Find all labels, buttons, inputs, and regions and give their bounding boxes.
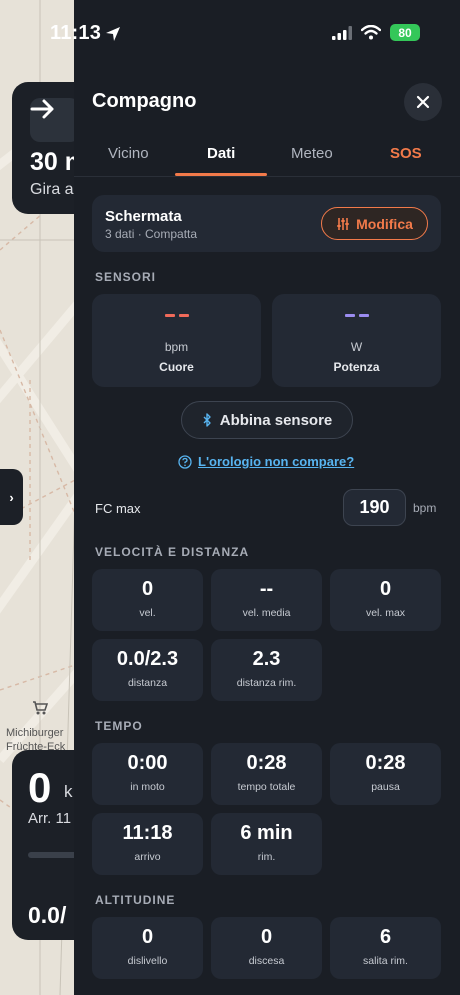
sensor-heart-name: Cuore [159, 360, 194, 374]
trip-distance-value: 0 [28, 764, 52, 811]
tile-label: tempo totale [237, 781, 296, 793]
trip-distance-progress: 0.0/ [28, 902, 67, 928]
tile-label: arrivo [134, 851, 161, 863]
watch-help-link[interactable]: L'orologio non compare? [178, 454, 354, 469]
tile-label: vel. [139, 607, 156, 619]
tile-label: salita rim. [363, 955, 408, 967]
tile-value: 0 [141, 926, 154, 948]
wifi-icon [361, 25, 381, 40]
tile-label: in moto [130, 781, 165, 793]
tile-label: vel. media [242, 607, 291, 619]
sensor-heart-unit: bpm [164, 340, 189, 354]
data-tile-speed[interactable]: 0 vel. [92, 569, 203, 631]
trip-arrival: Arr. 11 [28, 810, 72, 827]
data-tile-moving-time[interactable]: 0:00 in moto [92, 743, 203, 805]
tile-label: vel. max [365, 607, 406, 619]
data-tile-remaining-climb[interactable]: 6 salita rim. [330, 917, 441, 979]
tile-label: discesa [248, 955, 285, 967]
question-circle-icon [178, 454, 192, 469]
tile-label: pausa [371, 781, 400, 793]
close-icon [416, 95, 430, 109]
data-tile-max-speed[interactable]: 0 vel. max [330, 569, 441, 631]
status-bar: 11:13 80 [0, 0, 460, 60]
fc-max-unit: bpm [413, 501, 437, 515]
panel-title: Compagno [92, 90, 197, 112]
watch-help-label: L'orologio non compare? [198, 454, 355, 469]
battery-level: 80 [398, 25, 412, 40]
cellular-signal-icon [332, 25, 352, 40]
turn-arrow-icon [30, 98, 80, 142]
tile-label: distanza [127, 677, 168, 689]
data-tile-descent[interactable]: 0 discesa [211, 917, 322, 979]
tile-value: 0:28 [365, 752, 406, 774]
tile-value: 0:00 [127, 752, 168, 774]
tile-value: 0 [141, 578, 154, 600]
data-tile-remaining-time[interactable]: 6 min rim. [211, 813, 322, 875]
pair-sensor-button[interactable]: Abbina sensore [181, 401, 353, 439]
dash-mark [344, 314, 355, 317]
sensor-power-value [272, 314, 441, 320]
dash-mark [358, 314, 369, 317]
trip-distance-unit: k [64, 782, 73, 801]
screen-title: Schermata [105, 208, 182, 225]
companion-panel: Compagno Vicino Dati Meteo SOS Schermata… [74, 0, 460, 995]
data-tile-pause[interactable]: 0:28 pausa [330, 743, 441, 805]
tab-bar: Vicino Dati Meteo SOS [74, 135, 460, 177]
expand-handle-button[interactable]: › [0, 469, 23, 525]
tile-label: distanza rim. [236, 677, 297, 689]
sensor-power[interactable]: W Potenza [272, 294, 441, 387]
battery-icon: 80 [390, 24, 420, 41]
dash-mark [164, 314, 175, 317]
tile-value: 0.0/2.3 [116, 648, 179, 670]
fc-max-label: FC max [95, 501, 141, 516]
tile-value: 6 [379, 926, 392, 948]
sensor-power-name: Potenza [333, 360, 380, 374]
edit-button[interactable]: Modifica [321, 207, 428, 240]
pair-sensor-label: Abbina sensore [219, 411, 333, 429]
altitude-section-label: ALTITUDINE [95, 893, 176, 907]
edit-button-label: Modifica [356, 215, 413, 232]
tile-label: dislivello [127, 955, 168, 967]
data-tile-arrival[interactable]: 11:18 arrivo [92, 813, 203, 875]
tile-value: 11:18 [122, 822, 173, 844]
tile-label: rim. [257, 851, 276, 863]
data-tile-remaining-distance[interactable]: 2.3 distanza rim. [211, 639, 322, 701]
location-arrow-icon [106, 26, 121, 41]
sensor-power-unit: W [350, 340, 363, 354]
data-tile-elevation-gain[interactable]: 0 dislivello [92, 917, 203, 979]
sliders-icon [337, 217, 349, 230]
status-time-group: 11:13 [50, 22, 121, 45]
tab-sos[interactable]: SOS [390, 145, 422, 162]
tile-value: 2.3 [252, 648, 281, 670]
sensor-heart-value [92, 314, 261, 320]
tile-value: 0 [379, 578, 392, 600]
screen-layout-card: Schermata 3 dati · Compatta Modifica [92, 195, 441, 252]
speed-section-label: VELOCITÀ E DISTANZA [95, 545, 250, 559]
data-tile-distance[interactable]: 0.0/2.3 distanza [92, 639, 203, 701]
active-tab-indicator [175, 173, 267, 176]
sensors-section-label: SENSORI [95, 270, 157, 284]
time-section-label: TEMPO [95, 719, 143, 733]
tile-value: 0 [260, 926, 273, 948]
turn-instruction: Gira a [30, 181, 74, 198]
dash-mark [178, 314, 189, 317]
tile-value: 0:28 [246, 752, 287, 774]
data-tile-avg-speed[interactable]: -- vel. media [211, 569, 322, 631]
tab-vicino[interactable]: Vicino [108, 145, 149, 162]
close-button[interactable] [404, 83, 442, 121]
status-indicators: 80 [332, 24, 420, 41]
data-tile-total-time[interactable]: 0:28 tempo totale [211, 743, 322, 805]
tile-value: -- [259, 578, 274, 600]
fc-max-input[interactable]: 190 [343, 489, 406, 526]
chevron-right-icon: › [9, 489, 14, 505]
tile-value: 6 min [240, 822, 293, 844]
sensor-heart[interactable]: bpm Cuore [92, 294, 261, 387]
tab-meteo[interactable]: Meteo [291, 145, 333, 162]
bluetooth-icon [203, 413, 211, 427]
tab-dati[interactable]: Dati [207, 145, 235, 162]
status-time: 11:13 [50, 22, 102, 44]
screen-subtitle: 3 dati · Compatta [105, 227, 198, 241]
